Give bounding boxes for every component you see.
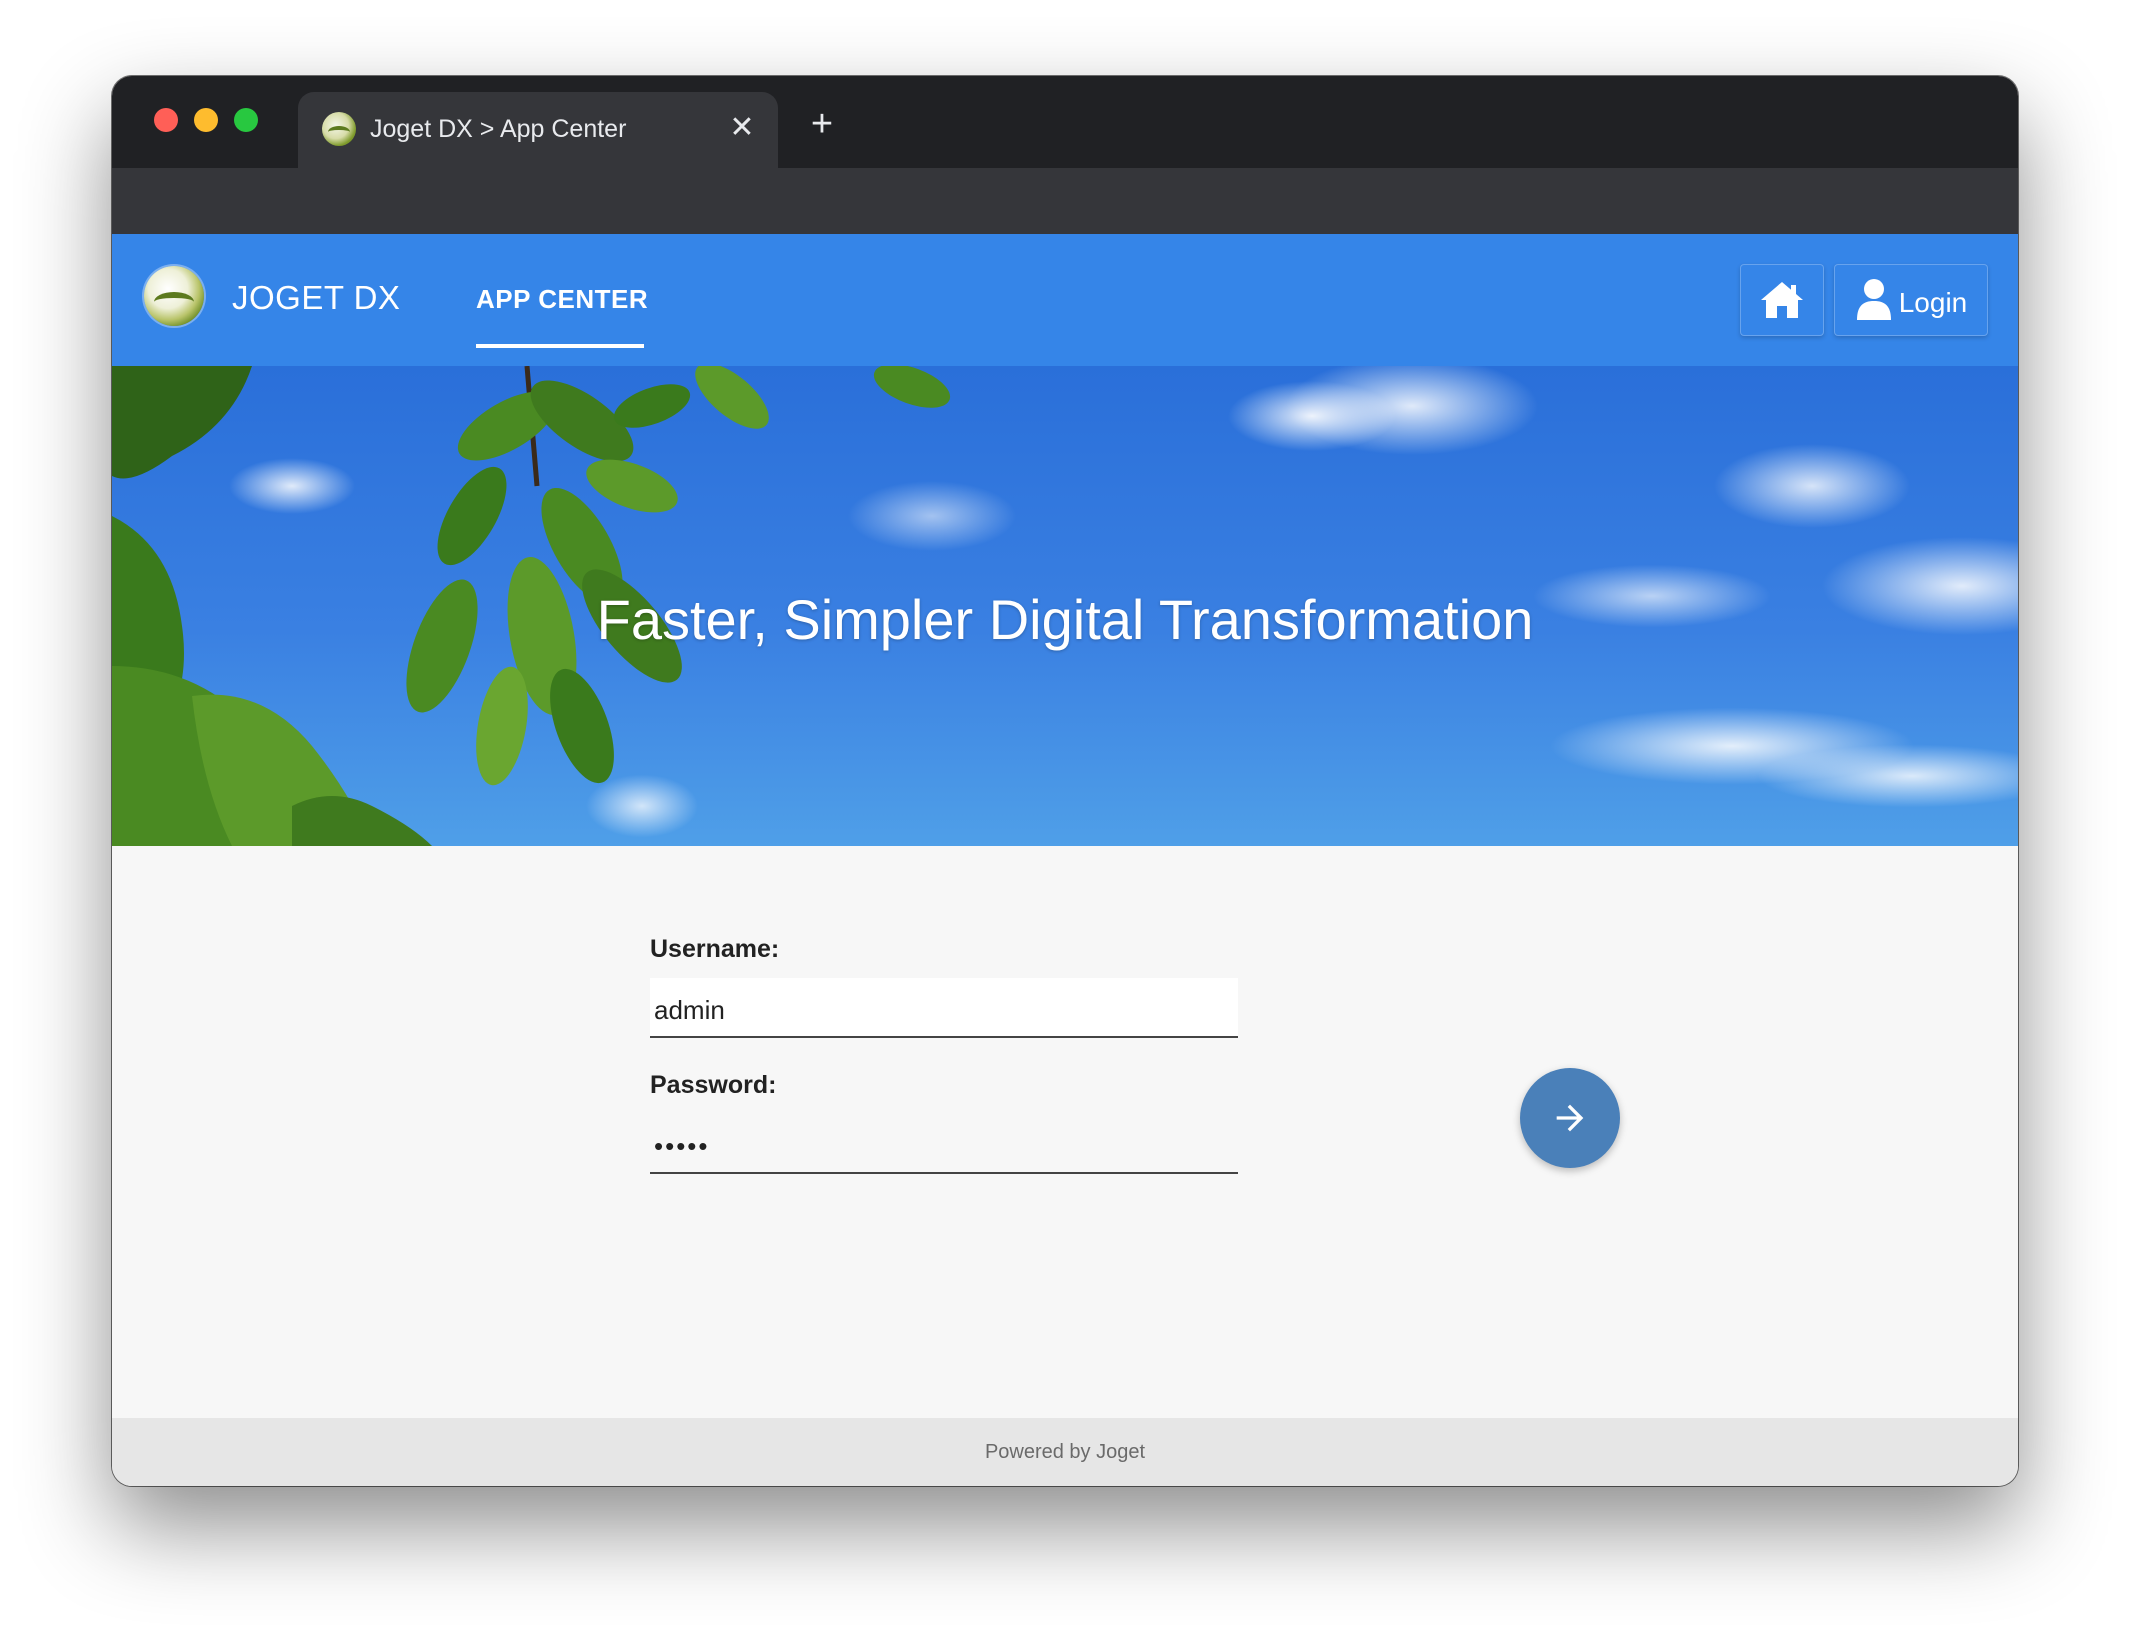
brand-name[interactable]: JOGET DX bbox=[232, 278, 400, 318]
new-tab-button[interactable]: + bbox=[802, 104, 842, 144]
arrow-right-icon bbox=[1556, 1104, 1584, 1132]
tab-close-icon[interactable]: ✕ bbox=[724, 110, 760, 146]
tab-title: Joget DX > App Center bbox=[370, 115, 627, 143]
app-header: JOGET DX APP CENTER Login bbox=[112, 234, 2018, 366]
footer: Powered by Joget bbox=[112, 1418, 2018, 1486]
home-icon bbox=[1761, 282, 1803, 318]
zoom-window-button[interactable] bbox=[234, 108, 258, 132]
browser-tab-active[interactable]: Joget DX > App Center ✕ bbox=[298, 92, 778, 168]
login-submit-button[interactable] bbox=[1520, 1068, 1620, 1168]
nav-app-center[interactable]: APP CENTER bbox=[476, 282, 648, 316]
password-label: Password: bbox=[650, 1071, 777, 1099]
hero-title: Faster, Simpler Digital Transformation bbox=[596, 588, 1534, 651]
username-label: Username: bbox=[650, 935, 780, 963]
password-input[interactable] bbox=[650, 1114, 1238, 1174]
footer-text: Powered by Joget bbox=[984, 1441, 1146, 1463]
user-icon bbox=[1856, 279, 1891, 320]
joget-favicon-icon bbox=[322, 112, 356, 146]
login-button[interactable]: Login bbox=[1834, 264, 1988, 336]
login-label: Login bbox=[1898, 287, 1968, 318]
browser-window: Joget DX > App Center ✕ + JOGET DX APP C… bbox=[112, 76, 2018, 1486]
hero-banner: Faster, Simpler Digital Transformation bbox=[112, 366, 2018, 846]
active-nav-indicator bbox=[476, 344, 644, 348]
username-input[interactable] bbox=[650, 978, 1238, 1038]
home-button[interactable] bbox=[1740, 264, 1824, 336]
close-window-button[interactable] bbox=[154, 108, 178, 132]
tab-strip: Joget DX > App Center ✕ + bbox=[112, 76, 2018, 168]
minimize-window-button[interactable] bbox=[194, 108, 218, 132]
joget-logo[interactable] bbox=[144, 266, 204, 326]
